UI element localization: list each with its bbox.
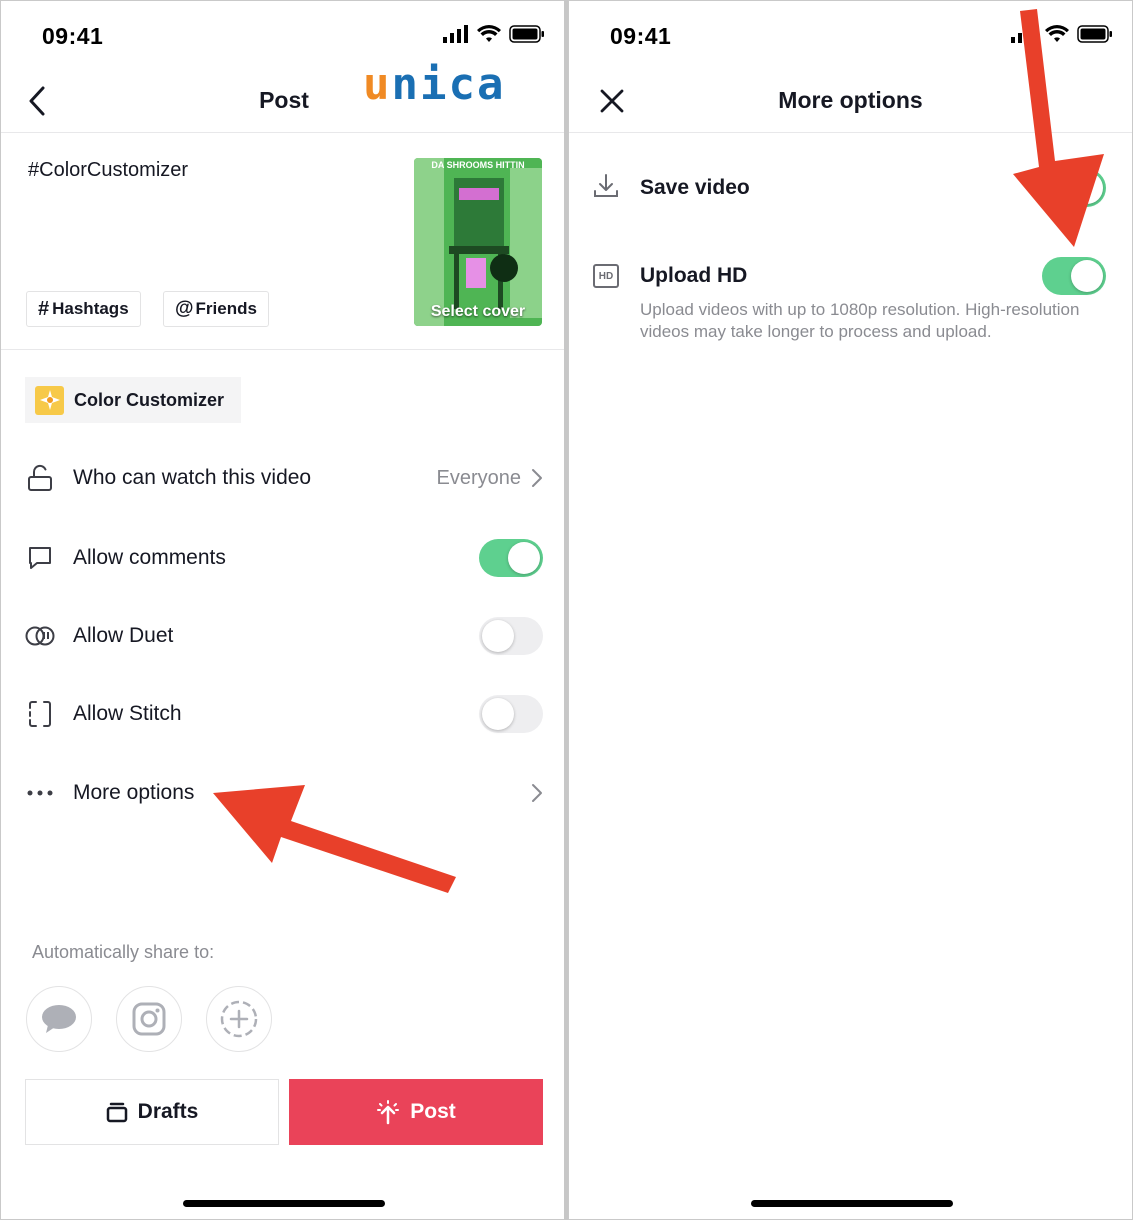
wifi-icon [1045,25,1069,42]
friends-label: Friends [195,299,257,318]
instagram-icon [132,1002,166,1036]
status-time: 09:41 [42,23,104,49]
allow-duet-row: Allow Duet [25,616,543,656]
at-icon: @ [175,298,194,319]
who-can-watch-row[interactable]: Who can watch this video Everyone [25,458,543,498]
status-time: 09:41 [610,23,672,49]
hd-icon: HD [593,264,623,288]
sparkle-icon [35,385,64,415]
battery-icon [509,25,544,43]
toggle-knob [1071,260,1103,292]
unica-logo: unica [363,59,506,110]
ellipsis-icon [25,778,55,808]
effect-chip[interactable]: Color Customizer [25,377,241,423]
post-button[interactable]: Post [289,1079,543,1145]
battery-icon [1077,25,1112,43]
signal-icon [1011,25,1036,43]
hashtags-label: Hashtags [52,299,129,318]
allow-stitch-label: Allow Stitch [73,702,182,725]
upload-hd-label: Upload HD [640,264,748,287]
hashtags-button[interactable]: # Hashtags [26,291,141,327]
thumbnail-scene-image [414,158,542,326]
status-icons [1011,25,1113,43]
signal-icon [443,25,468,43]
home-indicator [751,1200,953,1207]
hash-icon: # [38,297,50,320]
caption-text[interactable]: #ColorCustomizer [28,159,188,182]
download-icon [593,173,623,204]
share-message-button[interactable] [26,986,92,1052]
allow-comments-label: Allow comments [73,546,226,569]
allow-comments-toggle[interactable] [479,539,543,577]
post-screen: 09:41 Post unica #ColorCustomizer # Hash… [0,0,566,1220]
page-title: More options [778,87,923,113]
options-nav-bar: More options [569,61,1132,133]
hd-icon-text: HD [593,264,619,288]
allow-comments-row: Allow comments [25,538,543,578]
post-upload-icon [377,1100,400,1125]
status-icons [443,25,545,43]
share-instagram-button[interactable] [116,986,182,1052]
add-circle-icon [220,1000,258,1038]
toggle-knob [482,620,514,652]
allow-duet-label: Allow Duet [73,624,174,647]
save-video-row: Save video [593,169,1106,207]
message-icon [42,1005,76,1033]
post-label: Post [410,1100,456,1123]
toggle-knob [482,698,514,730]
allow-stitch-toggle[interactable] [479,695,543,733]
privacy-value: Everyone [436,466,522,489]
toggle-knob [1071,172,1103,204]
stitch-icon [25,699,55,729]
comment-icon [25,543,55,573]
thumbnail-overlay-text: DA SHROOMS HITTIN [431,160,525,170]
upload-hd-description: Upload videos with up to 1080p resolutio… [640,300,1080,341]
save-video-toggle[interactable] [1042,169,1106,207]
video-thumbnail[interactable]: DA SHROOMS HITTIN Select cover [414,158,542,326]
who-can-watch-label: Who can watch this video [73,466,312,489]
effect-label: Color Customizer [74,389,225,410]
friends-button[interactable]: @ Friends [163,291,269,327]
auto-share-label: Automatically share to: [32,942,215,962]
more-options-row[interactable]: More options [25,773,543,813]
unlock-icon [25,463,55,493]
select-cover-label[interactable]: Select cover [414,303,542,321]
section-divider [1,349,565,350]
more-options-label: More options [73,781,195,804]
upload-hd-row: HD Upload HD [593,257,1106,295]
home-indicator [183,1200,385,1207]
allow-stitch-row: Allow Stitch [25,694,543,734]
chevron-right-icon [532,784,542,802]
duet-icon [25,621,55,651]
more-options-screen: 09:41 More options Save video HD Upload … [568,0,1133,1220]
upload-hd-toggle[interactable] [1042,257,1106,295]
allow-duet-toggle[interactable] [479,617,543,655]
drafts-button[interactable]: Drafts [25,1079,279,1145]
wifi-icon [477,25,501,42]
drafts-icon [106,1102,127,1123]
share-add-button[interactable] [206,986,272,1052]
save-video-label: Save video [640,176,750,199]
drafts-label: Drafts [137,1100,199,1123]
chevron-right-icon [532,469,542,487]
toggle-knob [508,542,540,574]
